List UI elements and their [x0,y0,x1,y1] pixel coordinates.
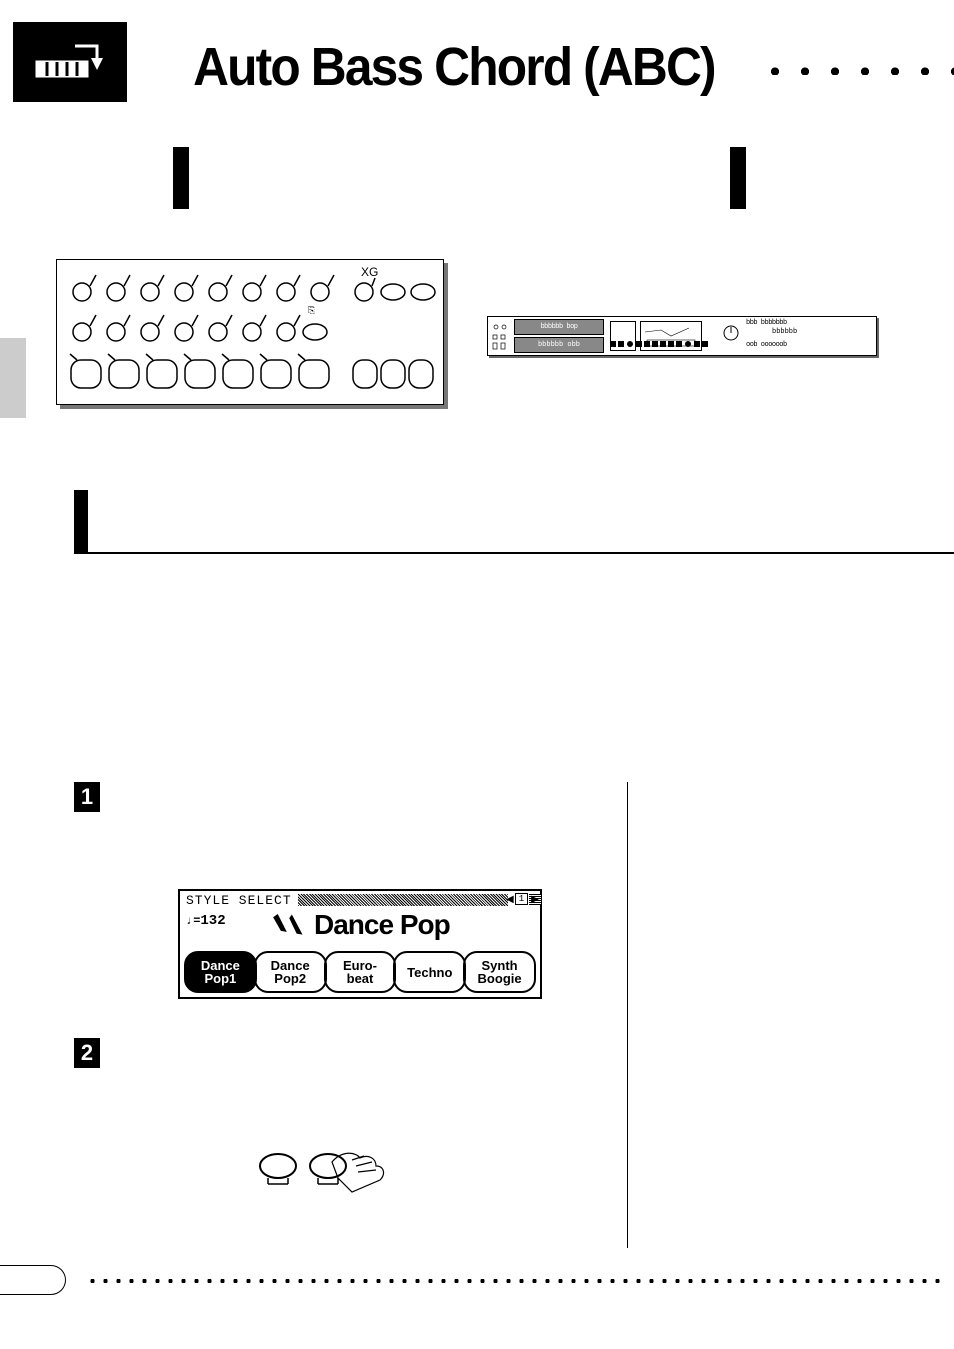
lcd-tab-4[interactable]: Techno [393,951,466,993]
section-rule [74,552,954,554]
lcd-bpm-value: 132 [200,913,225,929]
column-divider [627,782,628,1248]
page-title: Auto Bass Chord (ABC) [193,30,724,99]
lcd-tab-1[interactable]: Dance Pop1 [184,951,257,993]
style-deco-left-icon [268,907,309,943]
mini-right1-bot: bbbbbb [772,328,797,336]
svg-text:⎘: ⎘ [308,305,315,315]
lcd-bpm: ♩=132 [186,913,226,929]
lcd-box: STYLE SELECT ◀ 1 ▶ ♩=132 Dance Pop Dance… [178,889,542,999]
lcd-tab-2[interactable]: Dance Pop2 [254,951,327,993]
mini-zone1-bot: bbbbbb obb [514,337,604,353]
mini-zone1-top: bbbbbb bop [514,319,604,335]
intro-bar-right [730,147,746,209]
svg-text:XG: XG [361,265,378,279]
intro-bar-left [173,147,189,209]
step-2-marker: 2 [74,1038,100,1068]
panel-left: XG ⎘ [56,259,444,405]
section-icon [13,22,127,102]
lcd-tabs: Dance Pop1 Dance Pop2 Euro- beat Techno … [184,951,536,993]
lcd-style-row: Dance Pop [270,909,450,941]
lcd-page-icon: ◀ 1 ▶ [506,892,536,906]
page-tab [0,338,26,418]
section-bar [74,490,88,554]
lcd-tab-5[interactable]: Synth Boogie [463,951,536,993]
title-text: Auto Bass Chord (ABC) [193,37,715,97]
lcd-ribbon [298,894,508,906]
step-1-marker: 1 [74,782,100,812]
page-number-tab [0,1265,66,1295]
lcd-header: STYLE SELECT [186,893,292,908]
mini-right2-top: oob oooooob [746,341,787,349]
step-2-num: 2 [81,1040,93,1066]
panel-right: bbbbbb bop bbbbbb obb bbb bbbbbbb bbbbbb… [487,316,877,356]
step-1-num: 1 [81,784,93,810]
mini-right1-top: bbb bbbbbbb [746,319,787,327]
lcd-style-name: Dance Pop [314,909,450,941]
lcd-tab-3[interactable]: Euro- beat [324,951,397,993]
lcd-page-num: 1 [515,893,528,905]
title-dots-overflow [760,67,954,75]
footer-dots [86,1278,946,1284]
button-press-illustration [256,1148,396,1208]
